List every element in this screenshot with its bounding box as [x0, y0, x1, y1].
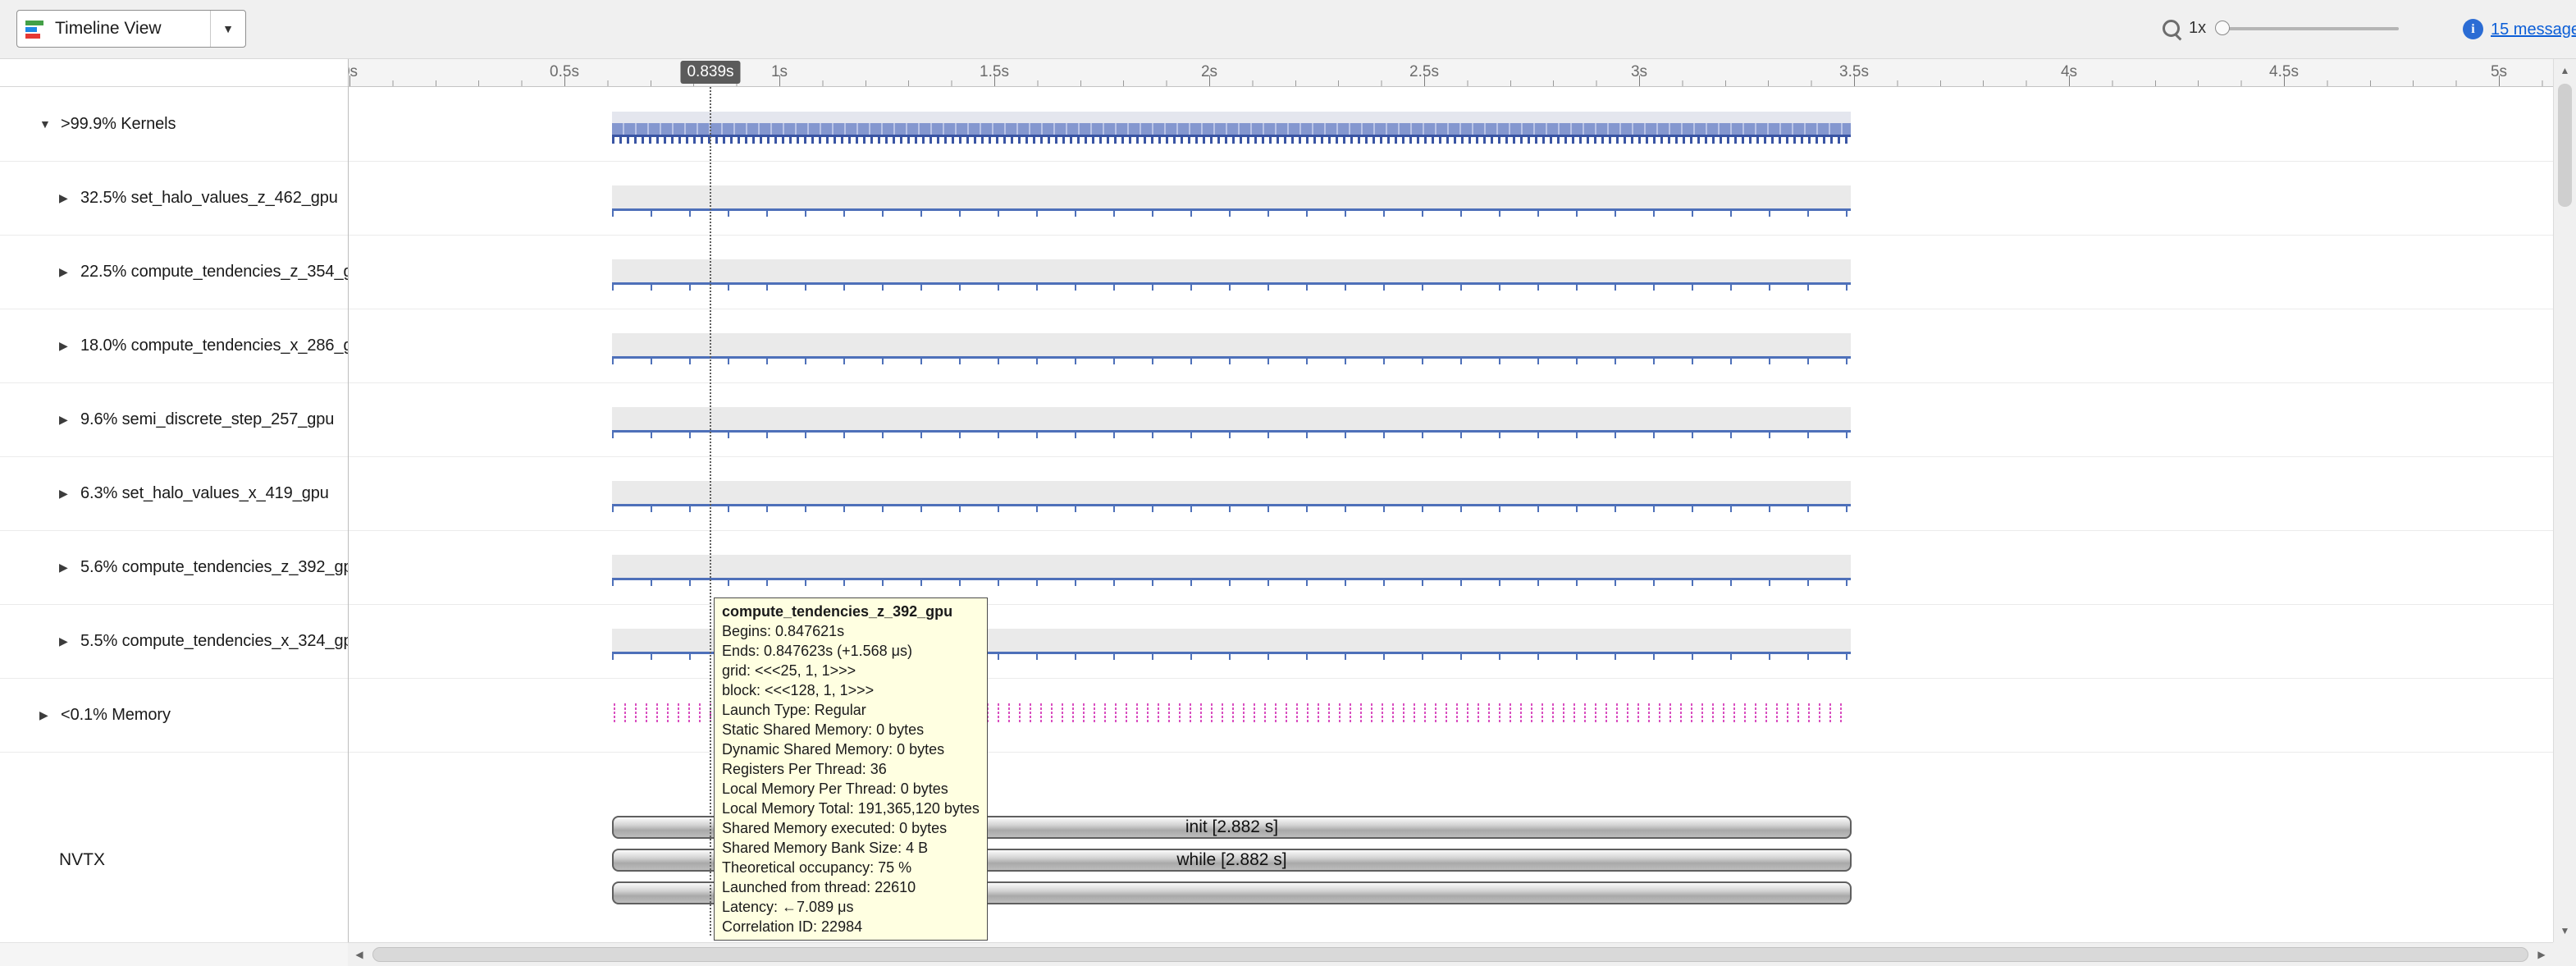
ruler-tick-label: 0.5s [550, 63, 579, 81]
kernel-activity-band[interactable] [612, 259, 1851, 285]
kernel-activity-band[interactable] [612, 481, 1851, 506]
cursor-time-badge[interactable]: 0.839s [680, 61, 740, 84]
nvtx-section-label: NVTX [59, 850, 105, 870]
tooltip-line: Correlation ID: 22984 [722, 917, 980, 936]
row-label: 22.5% compute_tendencies_z_354_gpu [80, 263, 348, 282]
horizontal-scrollbar-thumb[interactable] [372, 947, 2528, 962]
expander-arrow-icon[interactable]: ▶ [59, 413, 80, 427]
tooltip-line: Shared Memory Bank Size: 4 B [722, 838, 980, 858]
ruler-tick-label: 1.5s [980, 63, 1009, 81]
vertical-scrollbar[interactable]: ▲ ▼ [2553, 59, 2576, 942]
row-label: 5.6% compute_tendencies_z_392_gpu [80, 558, 348, 577]
bottom-left-corner [0, 942, 348, 966]
timeline-row-tree: ▼ >99.9% Kernels ▶ 32.5% set_halo_values… [0, 87, 348, 942]
ruler-tick-label: 2.5s [1409, 63, 1439, 81]
ruler-tick-label: 4.5s [2269, 63, 2299, 81]
tooltip-line: Launched from thread: 22610 [722, 877, 980, 897]
row-label: 6.3% set_halo_values_x_419_gpu [80, 484, 329, 503]
sidebar-row-set-halo-values-x[interactable]: ▶ 6.3% set_halo_values_x_419_gpu [0, 456, 348, 530]
tooltip-line: Local Memory Per Thread: 0 bytes [722, 779, 980, 799]
nsight-timeline-window: Timeline View ▼ 1x i 15 messages 0s 0.5s… [0, 0, 2576, 966]
tooltip-line: block: <<<128, 1, 1>>> [722, 680, 980, 700]
kernel-activity-band[interactable] [612, 333, 1851, 359]
row-label: 32.5% set_halo_values_z_462_gpu [80, 189, 338, 208]
timeline-cursor-line [710, 87, 711, 936]
tooltip-line: Local Memory Total: 191,365,120 bytes [722, 799, 980, 818]
scroll-down-icon[interactable]: ▼ [2554, 919, 2576, 942]
expander-arrow-icon[interactable]: ▶ [59, 339, 80, 353]
sidebar-row-memory[interactable]: ▶ <0.1% Memory [0, 678, 348, 752]
sidebar-divider [348, 59, 349, 942]
ruler-tick-label: 2s [1201, 63, 1217, 81]
tooltip-title: compute_tendencies_z_392_gpu [722, 602, 980, 621]
row-label: 9.6% semi_discrete_step_257_gpu [80, 410, 334, 429]
expander-arrow-icon[interactable]: ▶ [59, 561, 80, 575]
toolbar: Timeline View ▼ 1x i 15 messages [0, 0, 2576, 59]
tooltip-line: Ends: 0.847623s (+1.568 μs) [722, 641, 980, 661]
expander-arrow-icon[interactable]: ▶ [59, 634, 80, 648]
expander-arrow-icon[interactable]: ▼ [39, 117, 61, 130]
timeline-view-icon [25, 18, 45, 39]
scroll-up-icon[interactable]: ▲ [2554, 59, 2576, 82]
row-label: <0.1% Memory [61, 706, 171, 725]
expander-arrow-icon[interactable]: ▶ [59, 191, 80, 205]
timeline-ruler[interactable]: 0s 0.5s 1s 1.5s 2s 2.5s 3s 3.5s 4s 4.5s … [349, 59, 2553, 87]
info-icon[interactable]: i [2463, 19, 2483, 39]
kernel-tooltip: compute_tendencies_z_392_gpu Begins: 0.8… [714, 597, 988, 941]
nvtx-range-label: init [2.882 s] [1185, 817, 1278, 837]
tooltip-line: Theoretical occupancy: 75 % [722, 858, 980, 877]
kernel-activity-band[interactable] [612, 185, 1851, 211]
tooltip-line: Shared Memory executed: 0 bytes [722, 818, 980, 838]
tooltip-line: grid: <<<25, 1, 1>>> [722, 661, 980, 680]
tooltip-line: Dynamic Shared Memory: 0 bytes [722, 739, 980, 759]
sidebar-row-semi-discrete-step[interactable]: ▶ 9.6% semi_discrete_step_257_gpu [0, 382, 348, 456]
ruler-tick-label: 3.5s [1839, 63, 1869, 81]
sidebar-row-kernels[interactable]: ▼ >99.9% Kernels [0, 87, 348, 161]
tooltip-line: Begins: 0.847621s [722, 621, 980, 641]
zoom-icon [2163, 20, 2180, 37]
messages-link[interactable]: 15 messages [2491, 21, 2576, 39]
ruler-tick-label: 5s [2491, 63, 2507, 81]
zoom-level-label: 1x [2189, 19, 2206, 38]
zoom-slider-thumb[interactable] [2215, 21, 2230, 35]
expander-arrow-icon[interactable]: ▶ [59, 265, 80, 279]
scroll-right-icon[interactable]: ▶ [2530, 943, 2553, 966]
scroll-left-icon[interactable]: ◀ [348, 943, 371, 966]
zoom-slider-track[interactable] [2217, 27, 2399, 30]
expander-arrow-icon[interactable]: ▶ [39, 708, 61, 722]
sidebar-row-compute-tendencies-x-324[interactable]: ▶ 5.5% compute_tendencies_x_324_gpu [0, 604, 348, 678]
ruler-tick-label: 4s [2061, 63, 2077, 81]
tooltip-line: Static Shared Memory: 0 bytes [722, 720, 980, 739]
horizontal-scrollbar[interactable]: ◀ ▶ [348, 942, 2553, 966]
kernel-activity-band[interactable] [612, 407, 1851, 433]
view-selector-label: Timeline View [55, 19, 162, 39]
ruler-tick-label: 0s [349, 63, 358, 81]
sidebar-row-compute-tendencies-x-286[interactable]: ▶ 18.0% compute_tendencies_x_286_gpu [0, 309, 348, 382]
sidebar-row-compute-tendencies-z-392[interactable]: ▶ 5.6% compute_tendencies_z_392_gpu [0, 530, 348, 604]
row-label: 18.0% compute_tendencies_x_286_gpu [80, 336, 348, 355]
kernels-summary-band[interactable] [612, 112, 1851, 137]
vertical-scrollbar-thumb[interactable] [2558, 84, 2572, 207]
sidebar-row-compute-tendencies-z-354[interactable]: ▶ 22.5% compute_tendencies_z_354_gpu [0, 235, 348, 309]
tooltip-line: Launch Type: Regular [722, 700, 980, 720]
view-selector-dropdown[interactable]: Timeline View ▼ [16, 10, 246, 48]
tooltip-line: Registers Per Thread: 36 [722, 759, 980, 779]
chevron-down-icon[interactable]: ▼ [210, 11, 245, 47]
bottom-right-corner [2553, 942, 2576, 966]
row-label: 5.5% compute_tendencies_x_324_gpu [80, 632, 348, 651]
row-label: >99.9% Kernels [61, 115, 176, 134]
ruler-tick-label: 3s [1631, 63, 1647, 81]
timeline-canvas[interactable]: init [2.882 s] while [2.882 s] compute_t… [349, 87, 2553, 942]
nvtx-range-label: while [2.882 s] [1176, 850, 1286, 870]
tooltip-line: Latency: ←7.089 μs [722, 897, 980, 917]
sidebar-row-set-halo-values-z[interactable]: ▶ 32.5% set_halo_values_z_462_gpu [0, 161, 348, 235]
kernel-activity-band[interactable] [612, 555, 1851, 580]
expander-arrow-icon[interactable]: ▶ [59, 487, 80, 501]
ruler-tick-label: 1s [771, 63, 788, 81]
